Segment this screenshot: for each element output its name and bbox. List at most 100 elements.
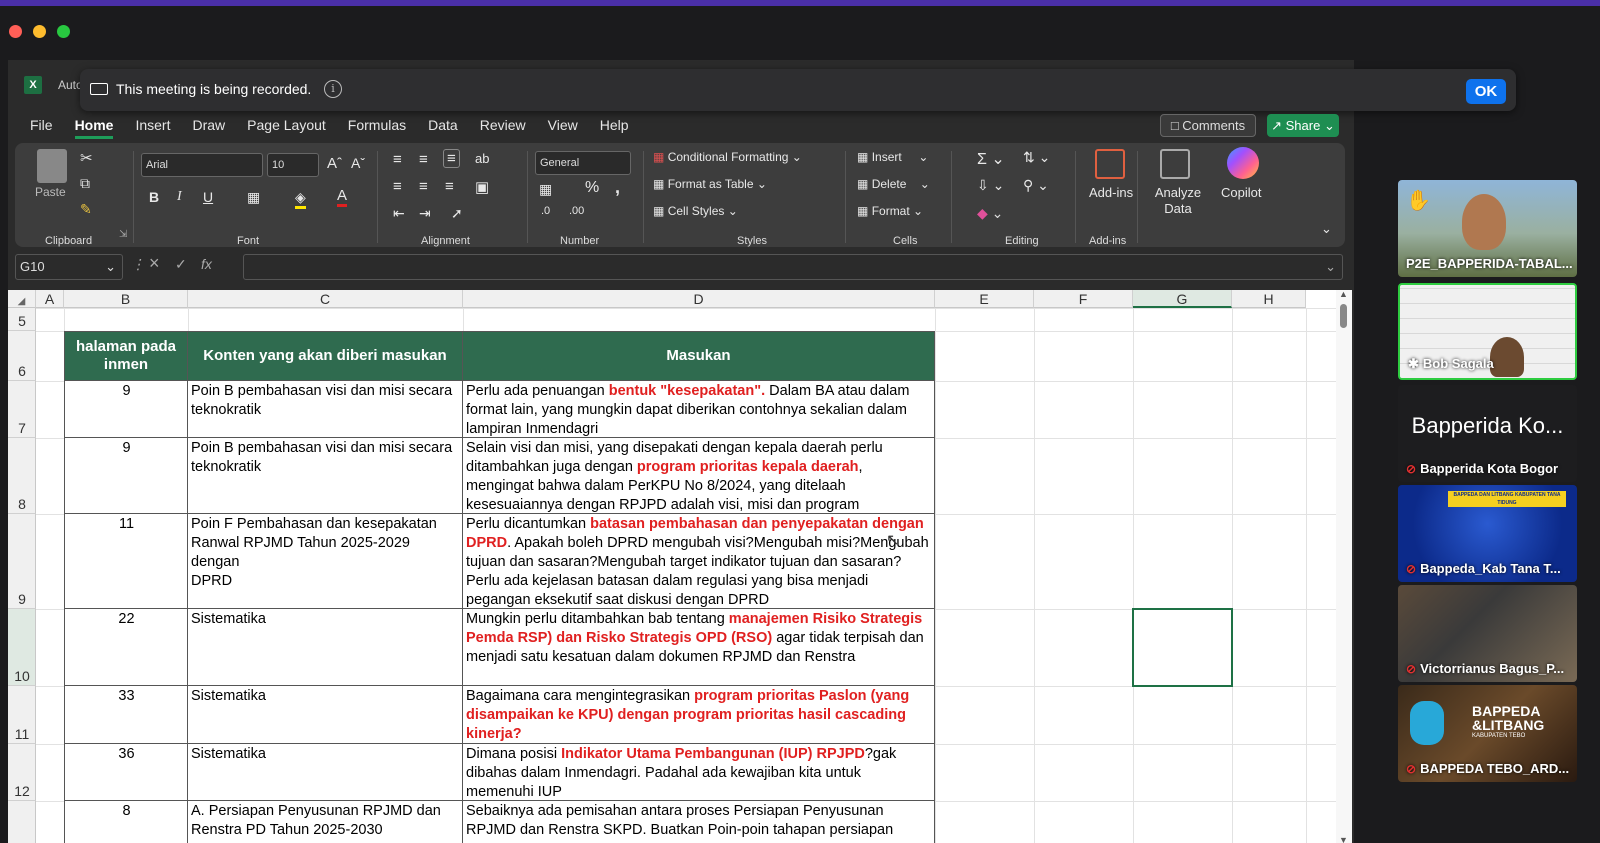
cell-halaman[interactable]: 8 bbox=[64, 801, 188, 843]
menu-tab-review[interactable]: Review bbox=[480, 117, 526, 139]
menu-tab-insert[interactable]: Insert bbox=[135, 117, 170, 139]
wrap-text-icon[interactable]: ab bbox=[475, 151, 489, 166]
menu-tab-help[interactable]: Help bbox=[600, 117, 629, 139]
copilot-button[interactable]: Copilot bbox=[1221, 185, 1261, 200]
align-bottom-icon[interactable]: ≡ bbox=[443, 149, 460, 168]
add-ins-icon[interactable] bbox=[1095, 149, 1125, 179]
info-icon[interactable]: i bbox=[324, 80, 342, 98]
column-header-e[interactable]: E bbox=[935, 290, 1034, 308]
decrease-font-icon[interactable]: Aˇ bbox=[351, 155, 365, 171]
menu-tab-data[interactable]: Data bbox=[428, 117, 458, 139]
column-header-d[interactable]: D bbox=[463, 290, 935, 308]
column-header-g[interactable]: G bbox=[1133, 290, 1232, 308]
cell-masukan[interactable]: Perlu ada penuangan bentuk "kesepakatan"… bbox=[463, 381, 935, 438]
row-header-10[interactable]: 10 bbox=[8, 609, 36, 686]
cell-masukan[interactable]: Selain visi dan misi, yang disepakati de… bbox=[463, 438, 935, 514]
menu-tab-home[interactable]: Home bbox=[74, 117, 114, 139]
enter-icon[interactable]: ✓ bbox=[175, 256, 187, 273]
column-header-f[interactable]: F bbox=[1034, 290, 1133, 308]
number-format-select[interactable]: General bbox=[535, 151, 631, 175]
clear-icon[interactable]: ◆ ⌄ bbox=[977, 205, 1003, 222]
percent-icon[interactable]: % bbox=[585, 179, 599, 197]
ok-button[interactable]: OK bbox=[1466, 79, 1506, 104]
menu-tab-file[interactable]: File bbox=[30, 117, 53, 139]
increase-decimal-icon[interactable]: .0 bbox=[541, 205, 550, 217]
accounting-format-icon[interactable]: ▦ bbox=[539, 181, 552, 198]
scroll-down-icon[interactable]: ▼ bbox=[1339, 835, 1348, 843]
participant-tile[interactable]: ✋ P2E_BAPPERIDA-TABAL... bbox=[1398, 180, 1577, 277]
row-header-11[interactable]: 11 bbox=[8, 686, 36, 744]
name-box-dropdown-icon[interactable]: ⌄ bbox=[105, 255, 116, 279]
close-window-button[interactable] bbox=[9, 25, 22, 38]
align-center-icon[interactable]: ≡ bbox=[419, 178, 428, 195]
font-name-select[interactable]: Arial bbox=[141, 153, 263, 177]
decrease-indent-icon[interactable]: ⇤ bbox=[393, 205, 405, 222]
sort-filter-icon[interactable]: ⇅ ⌄ bbox=[1023, 149, 1050, 166]
format-cells-button[interactable]: ▦ Format ⌄ bbox=[857, 204, 923, 218]
analyze-data-icon[interactable] bbox=[1160, 149, 1190, 179]
vertical-scrollbar[interactable]: ▲ ▼ bbox=[1336, 289, 1352, 843]
participant-tile[interactable]: BAPPEDA &LITBANG KABUPATEN TEBO ⊘ BAPPEDA TE… bbox=[1398, 685, 1577, 782]
paste-label[interactable]: Paste bbox=[35, 185, 66, 199]
cell-konten[interactable]: Poin B pembahasan visi dan misi secara t… bbox=[188, 381, 463, 438]
participant-tile[interactable]: ✱ Bob Sagala bbox=[1398, 283, 1577, 380]
cell-halaman[interactable]: 36 bbox=[64, 744, 188, 801]
paste-icon[interactable] bbox=[37, 149, 67, 183]
participant-tile[interactable]: BAPPEDA DAN LITBANG KABUPATEN TANA TIDUN… bbox=[1398, 485, 1577, 582]
more-icon[interactable]: ⋮ bbox=[131, 256, 145, 273]
decrease-decimal-icon[interactable]: .00 bbox=[569, 205, 584, 217]
expand-formula-icon[interactable]: ⌄ bbox=[1325, 259, 1336, 275]
italic-button[interactable]: I bbox=[177, 189, 182, 205]
cell-halaman[interactable]: 9 bbox=[64, 381, 188, 438]
cell-konten[interactable]: A. Persiapan Penyusunan RPJMD dan Renstr… bbox=[188, 801, 463, 843]
share-button[interactable]: ↗ Share ⌄ bbox=[1267, 114, 1339, 137]
copilot-icon[interactable] bbox=[1227, 147, 1259, 179]
cell-halaman[interactable]: 9 bbox=[64, 438, 188, 514]
scroll-up-icon[interactable]: ▲ bbox=[1339, 289, 1348, 299]
comma-style-icon[interactable]: , bbox=[615, 177, 620, 198]
cell-halaman[interactable]: 33 bbox=[64, 686, 188, 744]
cell-masukan[interactable]: Bagaimana cara mengintegrasikan program … bbox=[463, 686, 935, 744]
find-select-icon[interactable]: ⚲ ⌄ bbox=[1023, 177, 1049, 194]
cell-konten[interactable]: Sistematika bbox=[188, 686, 463, 744]
add-ins-button[interactable]: Add-ins bbox=[1089, 185, 1133, 200]
selected-cell-g10[interactable] bbox=[1132, 608, 1233, 687]
cell-styles-button[interactable]: ▦ Cell Styles ⌄ bbox=[653, 204, 738, 218]
minimize-window-button[interactable] bbox=[33, 25, 46, 38]
cell-halaman[interactable]: 11 bbox=[64, 514, 188, 609]
column-header-h[interactable]: H bbox=[1232, 290, 1306, 308]
formula-input[interactable]: ⌄ bbox=[243, 254, 1343, 280]
align-top-icon[interactable]: ≡ bbox=[393, 151, 402, 168]
zoom-window-button[interactable] bbox=[57, 25, 70, 38]
delete-cells-button[interactable]: ▦ Delete ⌄ bbox=[857, 177, 930, 191]
merge-center-icon[interactable]: ▣ bbox=[475, 178, 489, 196]
cell-konten[interactable]: Sistematika bbox=[188, 609, 463, 686]
menu-tab-draw[interactable]: Draw bbox=[192, 117, 225, 139]
participant-tile[interactable]: ⊘ Victorrianus Bagus_P... bbox=[1398, 585, 1577, 682]
cancel-icon[interactable]: × bbox=[149, 253, 160, 274]
collapse-ribbon-icon[interactable]: ⌄ bbox=[1321, 221, 1332, 237]
row-header-5[interactable]: 5 bbox=[8, 308, 36, 331]
cell-masukan[interactable]: Perlu dicantumkan batasan pembahasan dan… bbox=[463, 514, 935, 609]
underline-button[interactable]: U bbox=[203, 189, 213, 205]
name-box[interactable]: G10 ⌄ bbox=[15, 254, 123, 280]
fill-color-icon[interactable]: ◈ bbox=[295, 189, 306, 209]
participant-tile[interactable]: Bapperida Ko... ⊘ Bapperida Kota Bogor bbox=[1398, 385, 1577, 482]
cell-masukan[interactable]: Mungkin perlu ditambahkan bab tentang ma… bbox=[463, 609, 935, 686]
cell-konten[interactable]: Poin B pembahasan visi dan misi secara t… bbox=[188, 438, 463, 514]
increase-font-icon[interactable]: Aˆ bbox=[327, 155, 342, 172]
font-size-select[interactable]: 10 bbox=[267, 153, 319, 177]
font-color-icon[interactable]: A bbox=[337, 187, 348, 207]
format-painter-icon[interactable]: ✎ bbox=[80, 201, 92, 218]
autosum-icon[interactable]: Σ ⌄ bbox=[977, 149, 1005, 169]
row-header-9[interactable]: 9 bbox=[8, 514, 36, 609]
cell-masukan[interactable]: Sebaiknya ada pemisahan antara proses Pe… bbox=[463, 801, 935, 843]
cell-konten[interactable]: Sistematika bbox=[188, 744, 463, 801]
spreadsheet-grid[interactable]: ◢ A B C D E F G H 5 6 7 8 9 10 11 12 halaman pada inmen Ko… bbox=[8, 290, 1336, 843]
menu-tab-formulas[interactable]: Formulas bbox=[348, 117, 406, 139]
format-as-table-button[interactable]: ▦ Format as Table ⌄ bbox=[653, 177, 767, 191]
analyze-data-button[interactable]: Analyze Data bbox=[1153, 185, 1203, 217]
borders-icon[interactable]: ▦ bbox=[247, 189, 260, 206]
column-header-b[interactable]: B bbox=[64, 290, 188, 308]
bold-button[interactable]: B bbox=[149, 189, 159, 205]
